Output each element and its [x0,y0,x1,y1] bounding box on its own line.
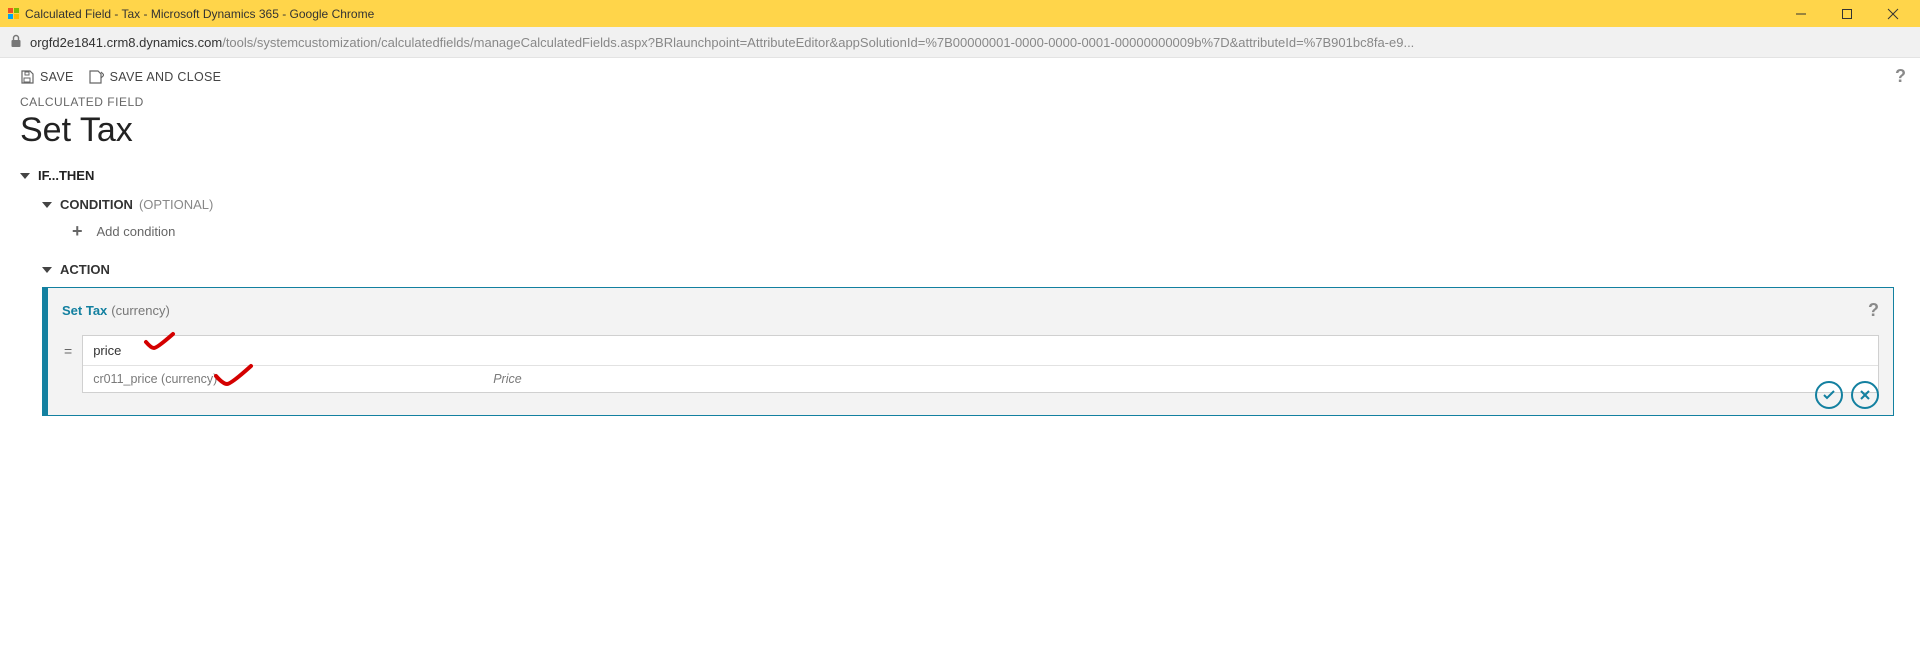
action-title: Set Tax [62,303,107,318]
window-titlebar: Calculated Field - Tax - Microsoft Dynam… [0,0,1920,27]
url-host: orgfd2e1841.crm8.dynamics.com [30,35,222,50]
chevron-down-icon [42,202,52,208]
app-logo-icon [8,8,19,19]
add-condition-label: Add condition [97,224,176,239]
action-heading[interactable]: ACTION [42,262,1900,277]
condition-optional: (OPTIONAL) [139,197,213,212]
save-button[interactable]: SAVE [20,70,74,84]
condition-label: CONDITION [60,197,133,212]
maximize-button[interactable] [1824,0,1870,27]
action-panel: Set Tax (currency) ? = cr011_price (curr… [42,287,1894,416]
suggestion-display: Price [493,372,521,386]
save-label: SAVE [40,70,74,84]
minimize-button[interactable] [1778,0,1824,27]
action-type: (currency) [111,303,170,318]
check-icon [1822,388,1836,402]
suggestion-row[interactable]: cr011_price (currency) Price [83,365,1878,392]
action-label: ACTION [60,262,110,277]
ifthen-heading[interactable]: IF...THEN [20,168,1900,183]
add-condition-button[interactable]: + Add condition [72,222,1900,240]
section-label: CALCULATED FIELD [20,95,1900,109]
help-icon[interactable]: ? [1895,66,1906,87]
command-bar: SAVE SAVE AND CLOSE ? [0,58,1920,95]
formula-input[interactable] [83,336,1878,365]
window-title: Calculated Field - Tax - Microsoft Dynam… [25,7,374,21]
page-title: Set Tax [20,111,1900,150]
save-close-label: SAVE AND CLOSE [110,70,222,84]
save-and-close-button[interactable]: SAVE AND CLOSE [88,70,222,84]
address-bar[interactable]: orgfd2e1841.crm8.dynamics.com /tools/sys… [0,27,1920,58]
close-icon [1859,389,1871,401]
chevron-down-icon [20,173,30,179]
window-controls [1778,0,1916,27]
chevron-down-icon [42,267,52,273]
condition-heading[interactable]: CONDITION (OPTIONAL) [42,197,1900,212]
ifthen-label: IF...THEN [38,168,94,183]
close-button[interactable] [1870,0,1916,27]
url-path: /tools/systemcustomization/calculatedfie… [222,35,1414,50]
help-icon[interactable]: ? [1868,300,1879,321]
save-icon [20,70,34,84]
cancel-button[interactable] [1851,381,1879,409]
equals-sign: = [64,343,72,359]
plus-icon: + [72,222,83,240]
save-close-icon [88,70,104,84]
lock-icon [10,34,22,51]
formula-editor: cr011_price (currency) Price [82,335,1879,393]
suggestion-schema: cr011_price (currency) [93,372,217,386]
confirm-button[interactable] [1815,381,1843,409]
